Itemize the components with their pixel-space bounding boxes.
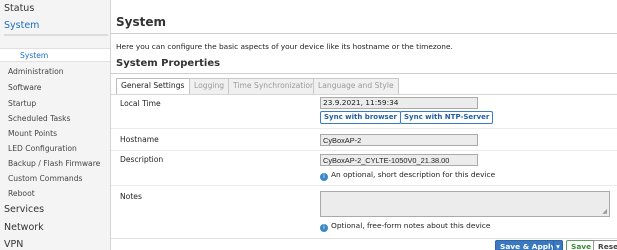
- info-icon: i: [320, 224, 328, 232]
- description-help-text: An optional, short description for this …: [331, 170, 496, 179]
- sidebar-subitem-system-label: System: [20, 51, 49, 60]
- notes-label: Notes: [120, 192, 142, 201]
- sidebar: Status System System Administration Soft…: [0, 0, 111, 250]
- divider: [111, 128, 617, 129]
- sidebar-subitem-led-configuration[interactable]: LED Configuration: [8, 144, 118, 153]
- divider: [111, 150, 617, 151]
- page-description: Here you can configure the basic aspects…: [116, 42, 453, 51]
- notes-textarea[interactable]: ◢: [320, 191, 610, 217]
- description-help: i An optional, short description for this…: [320, 170, 495, 181]
- sidebar-subitem-backup-flash-firmware[interactable]: Backup / Flash Firmware: [8, 159, 118, 168]
- divider: [111, 33, 617, 34]
- section-title: System Properties: [116, 58, 221, 69]
- page-title: System: [116, 15, 166, 29]
- divider: [111, 185, 617, 186]
- sidebar-subitem-mount-points[interactable]: Mount Points: [8, 129, 118, 138]
- local-time-label: Local Time: [120, 99, 161, 108]
- sidebar-item-services[interactable]: Services: [4, 204, 114, 215]
- tab-logging[interactable]: Logging: [189, 78, 230, 94]
- sidebar-item-system[interactable]: System: [4, 20, 114, 31]
- sidebar-subitem-startup[interactable]: Startup: [8, 99, 118, 108]
- sidebar-subitem-software[interactable]: Software: [8, 83, 118, 92]
- tab-time-synchronization[interactable]: Time Synchronization: [228, 78, 320, 94]
- save-button[interactable]: Save: [566, 240, 597, 250]
- notes-help-text: Optional, free-form notes about this dev…: [331, 221, 491, 230]
- description-input[interactable]: [320, 154, 478, 166]
- sidebar-item-status[interactable]: Status: [4, 3, 114, 14]
- main-content: System Here you can configure the basic …: [111, 0, 617, 250]
- resize-grip-icon[interactable]: ◢: [602, 208, 607, 215]
- hostname-label: Hostname: [120, 135, 159, 144]
- tab-language-and-style[interactable]: Language and Style: [313, 78, 399, 94]
- sync-with-ntp-server-button[interactable]: Sync with NTP-Server: [400, 111, 494, 124]
- local-time-value: 23.9.2021, 11:59:34: [320, 97, 478, 109]
- notes-help: i Optional, free-form notes about this de…: [320, 221, 490, 232]
- divider: [111, 94, 617, 95]
- save-and-apply-dropdown-button[interactable]: ▾: [553, 240, 563, 250]
- divider: [111, 73, 617, 74]
- reset-button[interactable]: Rese: [593, 240, 617, 250]
- tab-general-settings[interactable]: General Settings: [116, 78, 190, 94]
- sidebar-subitem-reboot[interactable]: Reboot: [8, 189, 118, 198]
- sidebar-subitem-system[interactable]: System: [0, 48, 110, 62]
- divider: [111, 238, 617, 239]
- sidebar-subitem-administration[interactable]: Administration: [8, 67, 118, 76]
- chevron-down-icon: ▾: [556, 242, 560, 250]
- sidebar-active-indicator: [4, 34, 108, 36]
- sidebar-item-vpn[interactable]: VPN: [4, 239, 114, 250]
- sync-with-browser-button[interactable]: Sync with browser: [320, 111, 401, 124]
- info-icon: i: [320, 173, 328, 181]
- sidebar-subitem-custom-commands[interactable]: Custom Commands: [8, 174, 118, 183]
- sidebar-item-network[interactable]: Network: [4, 222, 114, 233]
- sidebar-subitem-scheduled-tasks[interactable]: Scheduled Tasks: [8, 114, 118, 123]
- description-label: Description: [120, 155, 164, 164]
- save-and-apply-button[interactable]: Save & Apply: [495, 240, 560, 250]
- hostname-input[interactable]: [320, 134, 478, 146]
